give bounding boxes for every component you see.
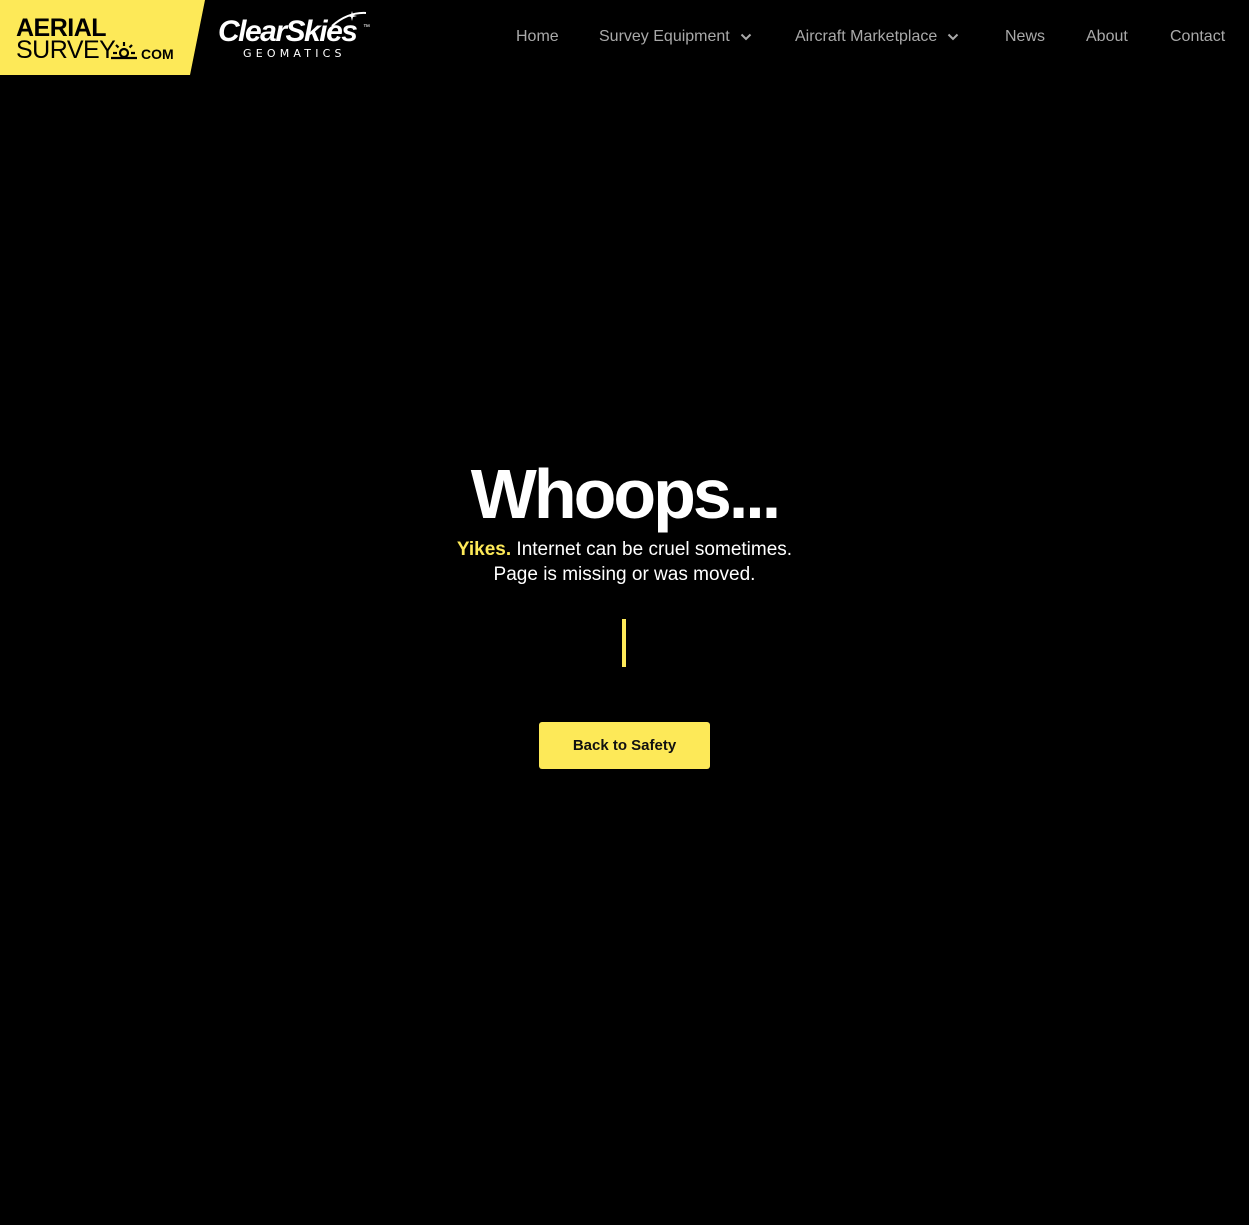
highlight-text: Yikes. (456, 539, 512, 560)
error-message-line2: Page is missing or was moved. (493, 564, 756, 585)
site-header: AERIAL SURVEY COM ClearSkies ™ GEOMATICS (0, 0, 1249, 75)
nav-item-label: News (1005, 28, 1046, 45)
logo-com-text: COM (141, 46, 174, 62)
logo-survey-text: SURVEY (16, 36, 116, 64)
nav-item-label: Survey Equipment (599, 28, 730, 45)
back-to-safety-button[interactable]: Back to Safety (539, 722, 710, 769)
nav-item-aircraft-marketplace[interactable]: Aircraft Marketplace (795, 26, 959, 48)
nav-item-survey-equipment[interactable]: Survey Equipment (599, 26, 752, 48)
message-text: Internet can be cruel sometimes. (511, 539, 793, 560)
nav-item-about[interactable]: About (1086, 26, 1128, 48)
sun-icon (111, 42, 137, 60)
chevron-down-icon (948, 33, 959, 41)
logo-clearskies-text: ClearSkies (218, 15, 358, 48)
accent-divider (622, 619, 626, 667)
nav-item-label: Contact (1170, 28, 1226, 45)
nav-item-news[interactable]: News (1005, 26, 1045, 48)
logo-trademark: ™ (363, 24, 370, 31)
error-message-line1: Yikes. Internet can be cruel sometimes. (0, 538, 1249, 562)
logo-geomatics-text: GEOMATICS (243, 47, 346, 60)
nav-item-home[interactable]: Home (516, 26, 559, 48)
nav-item-contact[interactable]: Contact (1170, 26, 1225, 48)
aerialsurvey-logo[interactable]: AERIAL SURVEY COM (0, 0, 205, 75)
nav-item-label: Aircraft Marketplace (795, 28, 938, 45)
clearskies-logo[interactable]: ClearSkies ™ GEOMATICS (218, 10, 378, 65)
nav-item-label: About (1086, 28, 1128, 45)
page: AERIAL SURVEY COM ClearSkies ™ GEOMATICS (0, 0, 1249, 1225)
page-title: Whoops... (470, 455, 781, 533)
chevron-down-icon (740, 33, 751, 41)
nav-item-label: Home (516, 28, 559, 45)
